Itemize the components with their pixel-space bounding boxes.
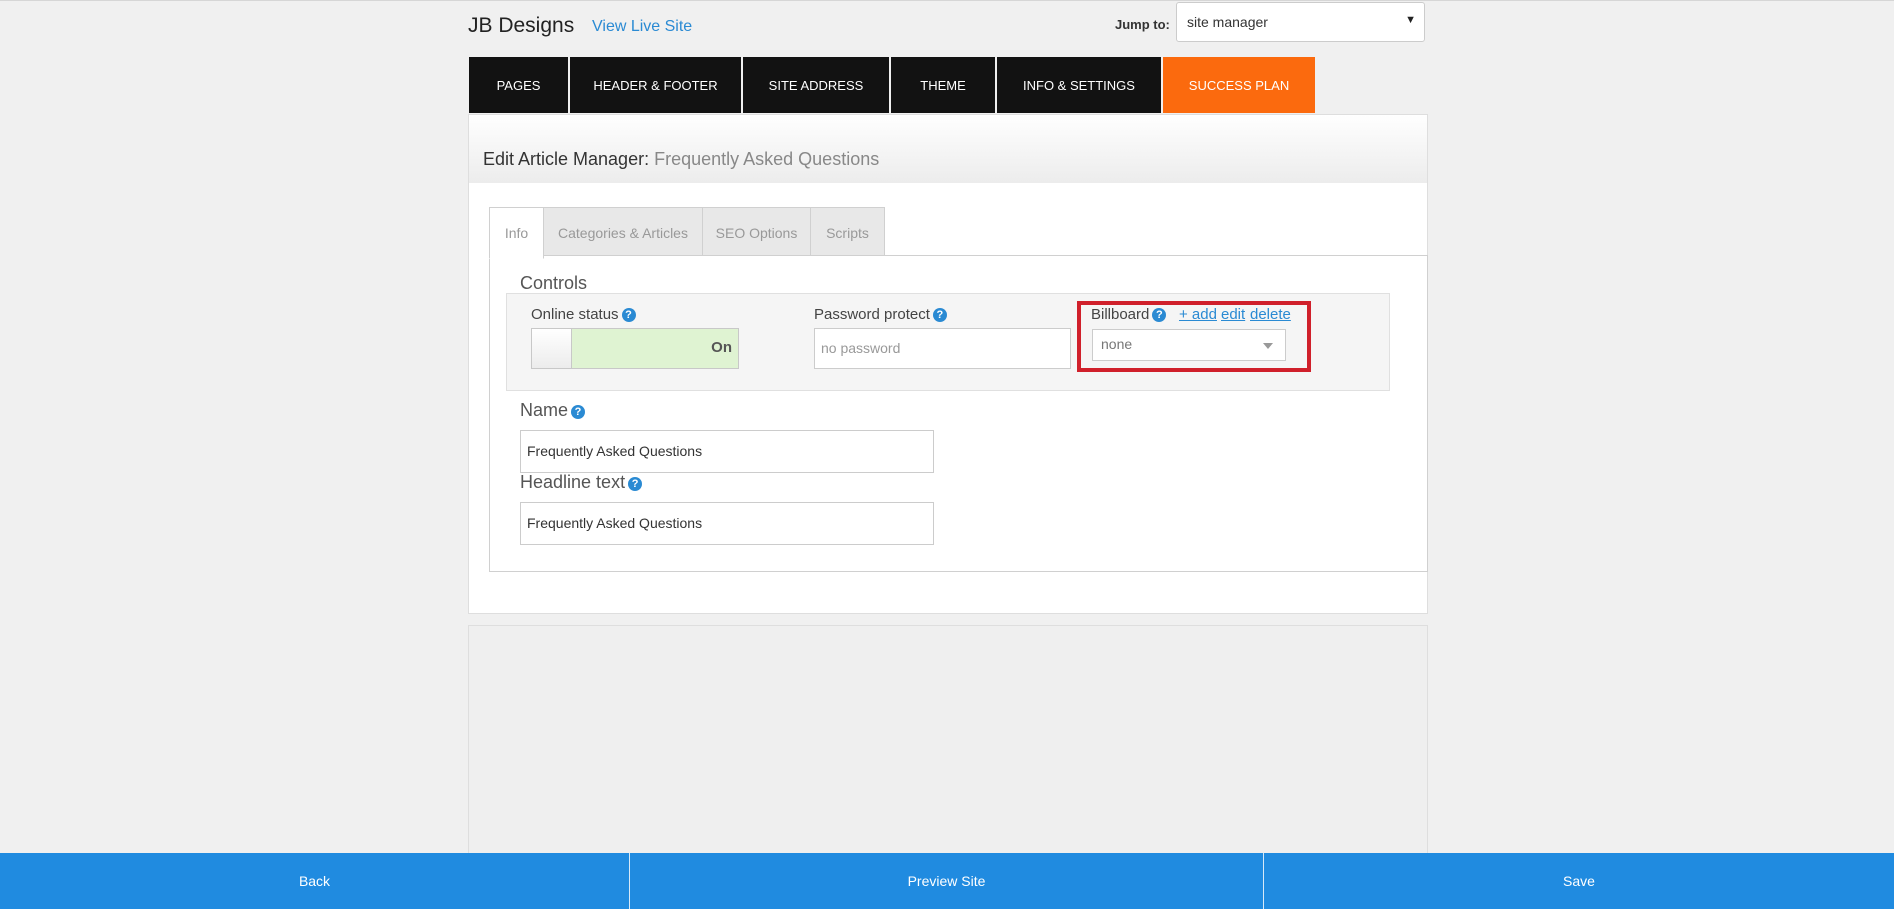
nav-success-plan[interactable]: SUCCESS PLAN xyxy=(1163,57,1315,113)
billboard-edit-link[interactable]: edit xyxy=(1221,306,1245,323)
tab-scripts[interactable]: Scripts xyxy=(810,207,885,259)
billboard-select-value: none xyxy=(1101,336,1133,352)
name-input[interactable]: Frequently Asked Questions xyxy=(520,430,934,473)
billboard-add-link[interactable]: + add xyxy=(1179,306,1217,323)
controls-box: Online status? On Password protect? no p… xyxy=(506,293,1390,391)
lower-panel xyxy=(468,625,1428,855)
page-title: Edit Article Manager: Frequently Asked Q… xyxy=(483,149,879,170)
password-protect-label: Password protect? xyxy=(814,306,947,323)
question-circle-icon[interactable]: ? xyxy=(621,308,636,322)
billboard-delete-link[interactable]: delete xyxy=(1250,306,1291,323)
online-status-toggle[interactable]: On xyxy=(531,328,739,369)
nav-theme[interactable]: THEME xyxy=(891,57,997,113)
preview-site-button[interactable]: Preview Site xyxy=(630,853,1263,909)
nav-info-settings[interactable]: INFO & SETTINGS xyxy=(997,57,1163,113)
info-tab-content: Controls Online status? On Password prot… xyxy=(489,255,1428,572)
question-circle-icon[interactable]: ? xyxy=(628,477,643,491)
question-circle-icon[interactable]: ? xyxy=(1152,308,1167,322)
toggle-knob[interactable] xyxy=(532,329,572,368)
view-live-site-link[interactable]: View Live Site xyxy=(592,18,692,36)
billboard-label-text: Billboard xyxy=(1091,306,1150,323)
tab-info[interactable]: Info xyxy=(489,207,544,259)
caret-down-icon xyxy=(1263,343,1273,349)
tab-categories-articles[interactable]: Categories & Articles xyxy=(543,207,703,259)
billboard-label: Billboard? xyxy=(1091,306,1167,323)
password-input[interactable]: no password xyxy=(814,328,1071,369)
billboard-select[interactable]: none xyxy=(1092,329,1286,361)
save-button[interactable]: Save xyxy=(1264,853,1894,909)
page-title-name: Frequently Asked Questions xyxy=(654,149,880,169)
top-border xyxy=(0,0,1894,1)
back-button[interactable]: Back xyxy=(0,853,629,909)
caret-down-icon: ▼ xyxy=(1405,14,1416,26)
footer-bar: Back Preview Site Save xyxy=(0,853,1894,909)
jump-to-select[interactable]: site manager ▼ xyxy=(1176,2,1425,42)
password-protect-label-text: Password protect xyxy=(814,306,930,323)
question-circle-icon[interactable]: ? xyxy=(571,405,586,419)
page-title-prefix: Edit Article Manager: xyxy=(483,149,650,169)
site-brand: JB Designs xyxy=(468,14,575,37)
edit-panel: Edit Article Manager: Frequently Asked Q… xyxy=(468,114,1428,614)
toggle-state-text: On xyxy=(711,339,732,356)
panel-header: Edit Article Manager: Frequently Asked Q… xyxy=(469,115,1427,183)
nav-header-footer[interactable]: HEADER & FOOTER xyxy=(570,57,743,113)
headline-label-text: Headline text xyxy=(520,472,626,492)
jump-to-value: site manager xyxy=(1187,14,1268,30)
headline-label: Headline text? xyxy=(520,472,643,493)
name-label: Name? xyxy=(520,400,586,421)
jump-to-label: Jump to: xyxy=(1115,17,1170,32)
online-status-label-text: Online status xyxy=(531,306,619,323)
nav-pages[interactable]: PAGES xyxy=(469,57,570,113)
controls-heading: Controls xyxy=(520,273,588,293)
online-status-label: Online status? xyxy=(531,306,636,323)
headline-input[interactable]: Frequently Asked Questions xyxy=(520,502,934,545)
name-label-text: Name xyxy=(520,400,569,420)
question-circle-icon[interactable]: ? xyxy=(932,308,947,322)
tab-seo-options[interactable]: SEO Options xyxy=(702,207,811,259)
nav-site-address[interactable]: SITE ADDRESS xyxy=(743,57,891,113)
